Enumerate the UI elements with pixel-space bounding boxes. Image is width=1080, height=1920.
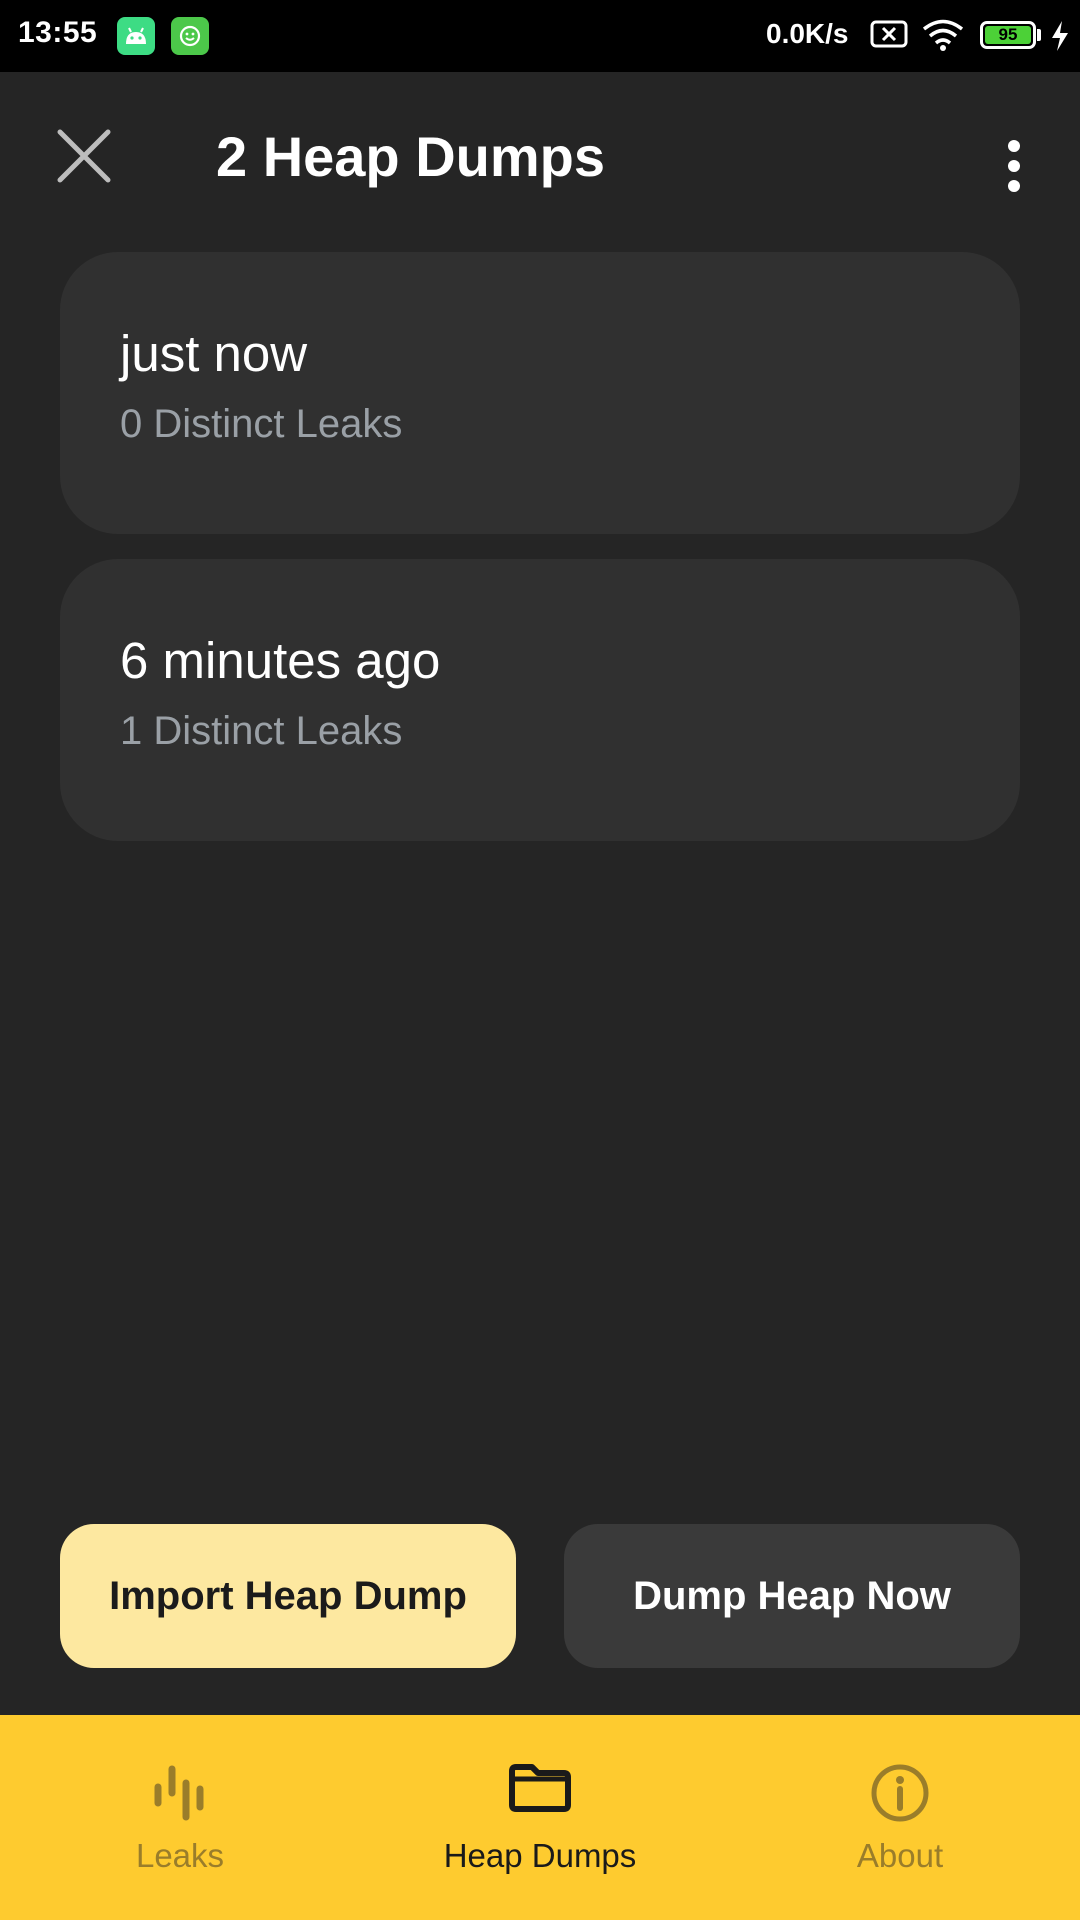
- wifi-icon: [922, 18, 964, 57]
- heap-dump-card[interactable]: just now 0 Distinct Leaks: [60, 252, 1020, 534]
- top-app-bar: 2 Heap Dumps: [0, 72, 1080, 242]
- folder-icon: [509, 1764, 571, 1812]
- leaks-icon: [154, 1765, 204, 1821]
- nav-item-heap-dumps[interactable]: Heap Dumps: [360, 1715, 720, 1920]
- status-bar: 13:55 0.0K/s 95: [0, 0, 1080, 72]
- net-speed: 0.0K/s: [766, 18, 849, 49]
- import-heap-dump-button[interactable]: Import Heap Dump: [60, 1524, 516, 1668]
- dump-heap-now-button[interactable]: Dump Heap Now: [564, 1524, 1020, 1668]
- smile-icon: [171, 17, 209, 55]
- nav-label-heap-dumps: Heap Dumps: [443, 1837, 637, 1874]
- status-time: 13:55: [18, 16, 98, 49]
- more-options-button[interactable]: [984, 122, 1044, 210]
- android-icon: [117, 17, 155, 55]
- nav-label-leaks: Leaks: [135, 1837, 225, 1874]
- charging-icon: [1050, 20, 1070, 57]
- heap-dump-card[interactable]: 6 minutes ago 1 Distinct Leaks: [60, 559, 1020, 841]
- nav-item-leaks[interactable]: Leaks: [0, 1715, 360, 1920]
- page-title: 2 Heap Dumps: [216, 125, 605, 188]
- close-button[interactable]: [40, 112, 128, 200]
- battery-icon: 95: [980, 21, 1036, 49]
- nav-label-about: About: [856, 1837, 944, 1874]
- nav-item-about[interactable]: About: [720, 1715, 1080, 1920]
- battery-tip: [1037, 29, 1041, 41]
- bottom-navigation: Leaks Heap Dumps About: [0, 1715, 1080, 1920]
- heap-dump-time: just now: [120, 325, 308, 382]
- more-vert-icon: [1008, 140, 1020, 192]
- heap-dump-time: 6 minutes ago: [120, 632, 441, 689]
- heap-dump-leak-count: 0 Distinct Leaks: [120, 402, 403, 446]
- heap-dump-leak-count: 1 Distinct Leaks: [120, 709, 403, 753]
- close-icon: [57, 129, 111, 183]
- info-icon: [871, 1764, 929, 1822]
- sim-off-icon: [870, 18, 908, 55]
- battery-level: 95: [985, 25, 1031, 44]
